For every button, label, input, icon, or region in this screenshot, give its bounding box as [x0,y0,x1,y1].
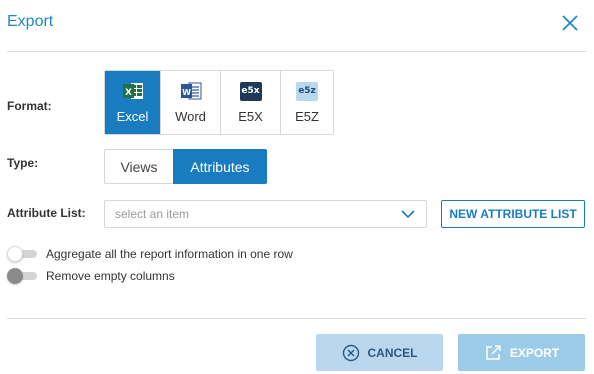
format-option-label: Excel [116,109,149,124]
attribute-list-select[interactable]: select an item [104,200,427,228]
toggle-knob [7,268,23,284]
cancel-button-label: CANCEL [367,345,418,360]
remove-empty-columns-toggle[interactable] [7,268,38,284]
format-option-e5x[interactable]: e5x E5X [221,71,281,134]
remove-empty-toggle-label: Remove empty columns [46,269,175,283]
footer-divider [7,318,586,319]
svg-text:W: W [182,88,191,97]
export-dialog: Export Format: X Excel W Word e5x E5X e5… [0,0,594,374]
new-attribute-list-button[interactable]: NEW ATTRIBUTE LIST [441,200,585,228]
toggle-knob [7,246,23,262]
type-option-views[interactable]: Views [104,149,173,184]
attribute-list-label: Attribute List: [7,206,86,220]
excel-icon: X [122,80,144,102]
aggregate-toggle[interactable] [7,246,38,262]
format-option-excel[interactable]: X Excel [105,71,161,134]
type-option-attributes[interactable]: Attributes [173,149,267,184]
cancel-circle-icon [342,344,360,362]
svg-text:X: X [125,88,132,98]
format-option-e5z[interactable]: e5z E5Z [281,71,333,134]
cancel-button[interactable]: CANCEL [316,334,443,371]
remove-empty-toggle-row: Remove empty columns [7,268,175,284]
aggregate-toggle-row: Aggregate all the report information in … [7,246,293,262]
chevron-down-icon [401,210,415,219]
export-icon [484,344,502,362]
dialog-title: Export [7,13,54,30]
export-button[interactable]: EXPORT [458,334,585,371]
format-option-label: Word [175,109,206,124]
e5x-icon-wrapper: e5x [239,80,262,102]
format-option-label: E5X [238,109,263,124]
format-selector: X Excel W Word e5x E5X e5z E5Z [104,70,334,135]
format-option-word[interactable]: W Word [161,71,221,134]
type-label: Type: [7,156,39,170]
close-icon[interactable] [559,12,581,34]
attribute-list-placeholder: select an item [115,207,190,221]
header-divider [7,51,586,52]
e5z-icon-wrapper: e5z [296,80,318,102]
type-toggle: Views Attributes [104,149,267,184]
e5z-icon: e5z [296,81,318,101]
word-icon: W [180,80,202,102]
aggregate-toggle-label: Aggregate all the report information in … [46,247,293,261]
export-button-label: EXPORT [509,345,560,360]
format-label: Format: [7,99,52,113]
format-option-label: E5Z [295,109,319,124]
e5x-icon: e5x [239,81,262,101]
